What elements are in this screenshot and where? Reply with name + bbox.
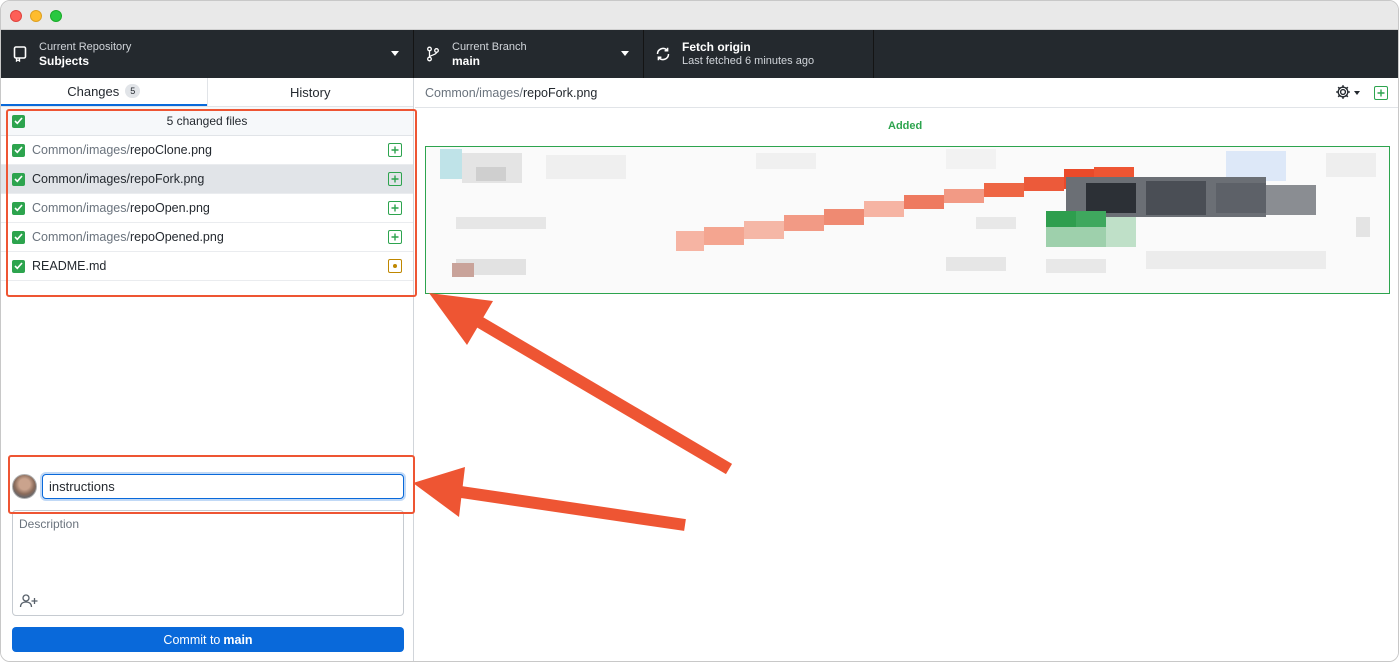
diff-path-dir: Common/images/ (425, 85, 523, 100)
file-path: Common/images/repoOpened.png (32, 230, 224, 244)
app-window: Current Repository Subjects Current Bran… (0, 0, 1399, 662)
chevron-down-icon (621, 51, 629, 56)
pixelated-image (440, 149, 1376, 277)
commit-button[interactable]: Commit to main (12, 627, 404, 652)
diff-status-label: Added (888, 120, 923, 132)
file-modified-icon (388, 259, 402, 273)
file-checkbox[interactable] (12, 230, 25, 244)
chevron-down-icon (1354, 91, 1360, 95)
file-path: Common/images/repoFork.png (32, 172, 204, 186)
zoom-window-button[interactable] (50, 10, 62, 22)
diff-options-button[interactable] (1335, 84, 1363, 102)
file-added-icon (388, 230, 402, 244)
file-basename: repoClone.png (129, 143, 212, 157)
diff-path-bar: Common/images/repoFork.png (415, 78, 1398, 108)
file-checkbox[interactable] (12, 172, 25, 186)
title-bar (1, 1, 1398, 30)
file-row[interactable]: Common/images/repoClone.png (1, 136, 413, 165)
file-dir: Common/images/ (32, 143, 130, 157)
branch-icon (424, 45, 442, 63)
file-dir: Common/images/ (32, 172, 130, 186)
avatar (12, 474, 37, 499)
gear-icon (1335, 84, 1351, 103)
file-dir: Common/images/ (32, 201, 130, 215)
changes-count-badge: 5 (125, 84, 141, 98)
current-branch-button[interactable]: Current Branch main (414, 30, 644, 78)
repository-label: Current Repository (39, 41, 132, 53)
file-checkbox[interactable] (12, 259, 25, 273)
changed-files-count: 5 changed files (166, 114, 248, 128)
file-basename: repoFork.png (129, 172, 205, 186)
file-row[interactable]: Common/images/repoOpened.png (1, 223, 413, 252)
close-window-button[interactable] (10, 10, 22, 22)
fetch-origin-button[interactable]: Fetch origin Last fetched 6 minutes ago (644, 30, 874, 78)
tab-history[interactable]: History (208, 78, 414, 106)
file-basename: repoOpen.png (129, 201, 210, 215)
diff-panel: Common/images/repoFork.png Added (415, 78, 1398, 661)
file-checkbox[interactable] (12, 201, 25, 215)
file-added-icon (388, 172, 402, 186)
image-preview (425, 146, 1390, 294)
diff-path-file: repoFork.png (522, 85, 598, 100)
file-path: Common/images/repoOpen.png (32, 201, 210, 215)
file-added-icon (388, 143, 402, 157)
file-added-icon (388, 201, 402, 215)
file-path: Common/images/repoClone.png (32, 143, 212, 157)
select-all-checkbox[interactable] (12, 114, 25, 128)
toolbar: Current Repository Subjects Current Bran… (1, 30, 1398, 78)
file-basename: README.md (32, 259, 107, 273)
repository-name: Subjects (39, 54, 90, 68)
fetch-subtitle: Last fetched 6 minutes ago (682, 55, 815, 67)
commit-summary-input[interactable] (42, 474, 404, 499)
tab-changes[interactable]: Changes 5 (1, 78, 207, 106)
current-repository-button[interactable]: Current Repository Subjects (1, 30, 414, 78)
commit-description-box (12, 510, 404, 616)
file-row[interactable]: README.md (1, 252, 413, 281)
sync-icon (654, 45, 672, 63)
tab-changes-label: Changes (67, 83, 120, 99)
commit-button-branch: main (223, 632, 253, 647)
file-path: README.md (32, 259, 106, 273)
file-dir: Common/images/ (32, 230, 130, 244)
file-checkbox[interactable] (12, 143, 25, 157)
repository-icon (11, 45, 29, 63)
sidebar: Changes 5 History 5 changed files Common… (1, 78, 414, 661)
chevron-down-icon (391, 51, 399, 56)
file-row[interactable]: Common/images/repoOpen.png (1, 194, 413, 223)
branch-name: main (452, 54, 481, 68)
file-row[interactable]: Common/images/repoFork.png (1, 165, 413, 194)
sidebar-tabs: Changes 5 History (1, 78, 413, 107)
file-basename: repoOpened.png (129, 230, 224, 244)
commit-button-prefix: Commit to (163, 632, 221, 647)
add-coauthor-icon[interactable] (19, 593, 39, 609)
changes-header: 5 changed files (1, 107, 413, 136)
branch-label: Current Branch (452, 41, 527, 53)
commit-description-input[interactable] (13, 511, 403, 591)
tab-history-label: History (290, 84, 331, 100)
minimize-window-button[interactable] (30, 10, 42, 22)
fetch-title: Fetch origin (682, 40, 751, 54)
file-added-icon (1374, 86, 1388, 100)
